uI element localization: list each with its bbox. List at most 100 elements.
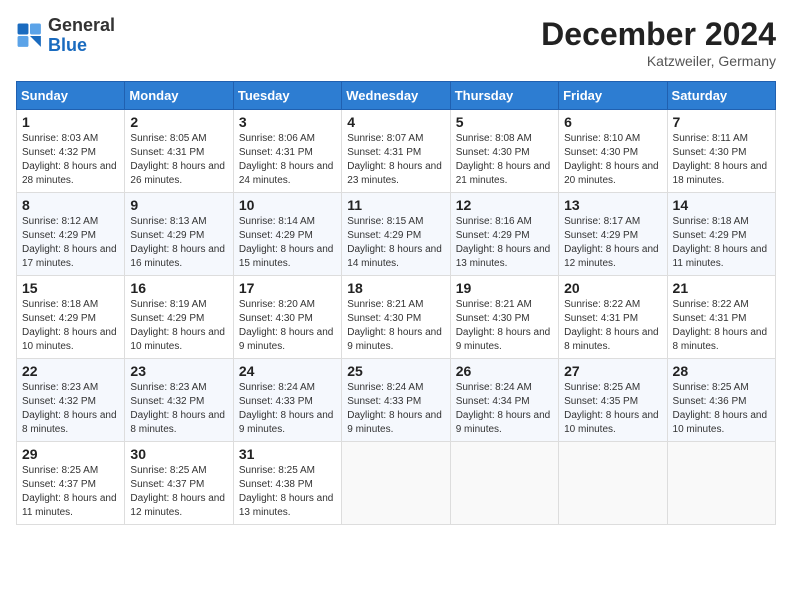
calendar-header-row: Sunday Monday Tuesday Wednesday Thursday… xyxy=(17,82,776,110)
col-thursday: Thursday xyxy=(450,82,558,110)
day-info: Sunrise: 8:25 AMSunset: 4:35 PMDaylight:… xyxy=(564,381,661,437)
day-number: 8 xyxy=(22,197,119,213)
day-number: 20 xyxy=(564,280,661,296)
sunset-text: Sunset: 4:31 PM xyxy=(347,147,421,158)
sunrise-text: Sunrise: 8:22 AM xyxy=(564,299,640,310)
daylight-text: Daylight: 8 hours and 15 minutes. xyxy=(239,244,334,269)
day-info: Sunrise: 8:08 AMSunset: 4:30 PMDaylight:… xyxy=(456,132,553,188)
calendar-cell: 12Sunrise: 8:16 AMSunset: 4:29 PMDayligh… xyxy=(450,193,558,276)
day-info: Sunrise: 8:25 AMSunset: 4:37 PMDaylight:… xyxy=(130,464,227,520)
sunrise-text: Sunrise: 8:11 AM xyxy=(673,133,748,144)
calendar-cell: 31Sunrise: 8:25 AMSunset: 4:38 PMDayligh… xyxy=(233,442,341,525)
day-info: Sunrise: 8:24 AMSunset: 4:33 PMDaylight:… xyxy=(347,381,444,437)
daylight-text: Daylight: 8 hours and 8 minutes. xyxy=(564,327,659,352)
sunrise-text: Sunrise: 8:12 AM xyxy=(22,216,98,227)
day-number: 30 xyxy=(130,446,227,462)
calendar-cell: 6Sunrise: 8:10 AMSunset: 4:30 PMDaylight… xyxy=(559,110,667,193)
day-info: Sunrise: 8:03 AMSunset: 4:32 PMDaylight:… xyxy=(22,132,119,188)
daylight-text: Daylight: 8 hours and 12 minutes. xyxy=(564,244,659,269)
calendar-cell: 26Sunrise: 8:24 AMSunset: 4:34 PMDayligh… xyxy=(450,359,558,442)
sunset-text: Sunset: 4:38 PM xyxy=(239,479,313,490)
sunrise-text: Sunrise: 8:25 AM xyxy=(673,382,749,393)
calendar-cell: 23Sunrise: 8:23 AMSunset: 4:32 PMDayligh… xyxy=(125,359,233,442)
sunset-text: Sunset: 4:29 PM xyxy=(130,313,204,324)
sunrise-text: Sunrise: 8:24 AM xyxy=(347,382,423,393)
day-number: 17 xyxy=(239,280,336,296)
sunrise-text: Sunrise: 8:23 AM xyxy=(130,382,206,393)
day-number: 27 xyxy=(564,363,661,379)
calendar-week-row: 8Sunrise: 8:12 AMSunset: 4:29 PMDaylight… xyxy=(17,193,776,276)
logo: General Blue xyxy=(16,16,115,56)
day-info: Sunrise: 8:18 AMSunset: 4:29 PMDaylight:… xyxy=(673,215,770,271)
calendar-cell: 21Sunrise: 8:22 AMSunset: 4:31 PMDayligh… xyxy=(667,276,775,359)
day-number: 1 xyxy=(22,114,119,130)
col-wednesday: Wednesday xyxy=(342,82,450,110)
calendar-cell xyxy=(559,442,667,525)
sunrise-text: Sunrise: 8:25 AM xyxy=(239,465,315,476)
daylight-text: Daylight: 8 hours and 8 minutes. xyxy=(673,327,768,352)
daylight-text: Daylight: 8 hours and 9 minutes. xyxy=(239,410,334,435)
day-info: Sunrise: 8:20 AMSunset: 4:30 PMDaylight:… xyxy=(239,298,336,354)
day-info: Sunrise: 8:13 AMSunset: 4:29 PMDaylight:… xyxy=(130,215,227,271)
day-number: 14 xyxy=(673,197,770,213)
daylight-text: Daylight: 8 hours and 24 minutes. xyxy=(239,161,334,186)
day-number: 23 xyxy=(130,363,227,379)
sunrise-text: Sunrise: 8:17 AM xyxy=(564,216,640,227)
sunset-text: Sunset: 4:36 PM xyxy=(673,396,747,407)
calendar-cell: 22Sunrise: 8:23 AMSunset: 4:32 PMDayligh… xyxy=(17,359,125,442)
daylight-text: Daylight: 8 hours and 9 minutes. xyxy=(456,327,551,352)
daylight-text: Daylight: 8 hours and 8 minutes. xyxy=(130,410,225,435)
sunrise-text: Sunrise: 8:14 AM xyxy=(239,216,315,227)
col-monday: Monday xyxy=(125,82,233,110)
daylight-text: Daylight: 8 hours and 13 minutes. xyxy=(239,493,334,518)
sunset-text: Sunset: 4:30 PM xyxy=(673,147,747,158)
calendar-cell xyxy=(342,442,450,525)
logo-text: General Blue xyxy=(48,16,115,56)
day-info: Sunrise: 8:12 AMSunset: 4:29 PMDaylight:… xyxy=(22,215,119,271)
calendar-cell: 25Sunrise: 8:24 AMSunset: 4:33 PMDayligh… xyxy=(342,359,450,442)
calendar-cell: 13Sunrise: 8:17 AMSunset: 4:29 PMDayligh… xyxy=(559,193,667,276)
calendar-cell: 18Sunrise: 8:21 AMSunset: 4:30 PMDayligh… xyxy=(342,276,450,359)
day-number: 4 xyxy=(347,114,444,130)
calendar-week-row: 22Sunrise: 8:23 AMSunset: 4:32 PMDayligh… xyxy=(17,359,776,442)
calendar-cell: 8 Sunrise: 8:12 AMSunset: 4:29 PMDaylight… xyxy=(17,193,125,276)
daylight-text: Daylight: 8 hours and 10 minutes. xyxy=(564,410,659,435)
day-info: Sunrise: 8:15 AMSunset: 4:29 PMDaylight:… xyxy=(347,215,444,271)
sunrise-text: Sunrise: 8:18 AM xyxy=(22,299,98,310)
calendar-cell: 30 Sunrise: 8:25 AMSunset: 4:37 PMDayligh… xyxy=(125,442,233,525)
day-info: Sunrise: 8:19 AMSunset: 4:29 PMDaylight:… xyxy=(130,298,227,354)
day-info: Sunrise: 8:24 AMSunset: 4:34 PMDaylight:… xyxy=(456,381,553,437)
calendar-cell: 27 Sunrise: 8:25 AMSunset: 4:35 PMDayligh… xyxy=(559,359,667,442)
sunrise-text: Sunrise: 8:10 AM xyxy=(564,133,640,144)
sunset-text: Sunset: 4:30 PM xyxy=(456,147,530,158)
calendar-cell xyxy=(667,442,775,525)
calendar-cell: 15Sunrise: 8:18 AMSunset: 4:29 PMDayligh… xyxy=(17,276,125,359)
sunrise-text: Sunrise: 8:25 AM xyxy=(564,382,640,393)
day-info: Sunrise: 8:05 AMSunset: 4:31 PMDaylight:… xyxy=(130,132,227,188)
calendar-table: Sunday Monday Tuesday Wednesday Thursday… xyxy=(16,81,776,525)
sunset-text: Sunset: 4:30 PM xyxy=(456,313,530,324)
logo-blue: Blue xyxy=(48,35,87,55)
sunset-text: Sunset: 4:30 PM xyxy=(239,313,313,324)
day-number: 9 xyxy=(130,197,227,213)
calendar-cell: 3Sunrise: 8:06 AMSunset: 4:31 PMDaylight… xyxy=(233,110,341,193)
daylight-text: Daylight: 8 hours and 9 minutes. xyxy=(456,410,551,435)
day-number: 18 xyxy=(347,280,444,296)
calendar-cell: 14 Sunrise: 8:18 AMSunset: 4:29 PMDayligh… xyxy=(667,193,775,276)
daylight-text: Daylight: 8 hours and 9 minutes. xyxy=(347,410,442,435)
sunrise-text: Sunrise: 8:03 AM xyxy=(22,133,98,144)
day-number: 16 xyxy=(130,280,227,296)
day-info: Sunrise: 8:10 AMSunset: 4:30 PMDaylight:… xyxy=(564,132,661,188)
col-saturday: Saturday xyxy=(667,82,775,110)
day-info: Sunrise: 8:25 AM Sunset: 4:38 PM Daylight:… xyxy=(239,464,336,520)
daylight-text: Daylight: 8 hours and 10 minutes. xyxy=(22,327,117,352)
day-info: Sunrise: 8:23 AMSunset: 4:32 PMDaylight:… xyxy=(22,381,119,437)
daylight-text: Daylight: 8 hours and 13 minutes. xyxy=(456,244,551,269)
sunset-text: Sunset: 4:29 PM xyxy=(239,230,313,241)
daylight-text: Daylight: 8 hours and 12 minutes. xyxy=(130,493,225,518)
day-info: Sunrise: 8:25 AMSunset: 4:36 PMDaylight:… xyxy=(673,381,770,437)
daylight-text: Daylight: 8 hours and 11 minutes. xyxy=(673,244,768,269)
sunrise-text: Sunrise: 8:24 AM xyxy=(456,382,532,393)
day-number: 3 xyxy=(239,114,336,130)
daylight-text: Daylight: 8 hours and 16 minutes. xyxy=(130,244,225,269)
